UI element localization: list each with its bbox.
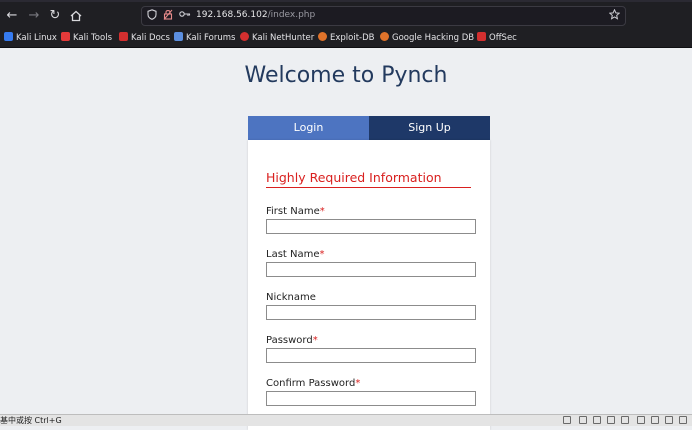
url-text[interactable]: 192.168.56.102/index.php — [196, 10, 315, 20]
password-input[interactable] — [266, 348, 476, 363]
url-host: 192.168.56.102 — [196, 10, 268, 20]
first-name-label: First Name* — [266, 206, 325, 217]
bookmark-label: Kali Docs — [131, 33, 170, 43]
label-text: First Name — [266, 206, 320, 217]
bookmark-label: Kali Tools — [73, 33, 112, 43]
page-content: Welcome to Pynch Login Sign Up Highly Re… — [0, 48, 692, 430]
shield-icon[interactable] — [145, 9, 159, 23]
exploit-db-icon — [318, 32, 327, 41]
hdd-icon[interactable] — [563, 416, 571, 424]
browser-toolbar: ← → ↻ 192.168.56.102/index.php — [0, 0, 692, 30]
signup-form: Highly Required Information First Name* … — [248, 140, 490, 430]
nethunter-icon — [240, 32, 249, 41]
lock-icon[interactable] — [161, 9, 175, 23]
bookmark-label: Kali NetHunter — [252, 33, 315, 43]
bookmark-kali-forums[interactable]: Kali Forums — [174, 32, 235, 45]
password-label: Password* — [266, 335, 318, 346]
auth-tabs: Login Sign Up — [248, 116, 490, 140]
url-path: /index.php — [267, 10, 316, 20]
bookmark-kali-linux[interactable]: Kali Linux — [4, 32, 57, 45]
bookmark-kali-nethunter[interactable]: Kali NetHunter — [240, 32, 314, 45]
last-name-label: Last Name* — [266, 249, 325, 260]
vm-status-bar: 基中或按 Ctrl+G — [0, 414, 692, 426]
bookmark-label: Kali Linux — [16, 33, 57, 43]
home-icon[interactable] — [68, 8, 84, 24]
display-icon[interactable] — [637, 416, 645, 424]
kali-docs-icon — [119, 32, 128, 41]
ghdb-icon — [380, 32, 389, 41]
tab-strip — [0, 0, 692, 2]
bookmark-label: Kali Forums — [186, 33, 236, 43]
bookmark-exploit-db[interactable]: Exploit-DB — [318, 32, 375, 45]
kali-icon — [4, 32, 13, 41]
bookmark-label: Google Hacking DB — [392, 33, 475, 43]
bookmark-offsec[interactable]: OffSec — [477, 32, 517, 45]
offsec-icon — [477, 32, 486, 41]
required-marker: * — [319, 206, 325, 217]
recording-icon[interactable] — [651, 416, 659, 424]
bookmark-kali-tools[interactable]: Kali Tools — [61, 32, 112, 45]
label-text: Confirm Password — [266, 378, 356, 389]
kali-tools-icon — [61, 32, 70, 41]
reload-icon[interactable]: ↻ — [47, 8, 63, 24]
keyboard-icon[interactable] — [679, 416, 687, 424]
network-icon[interactable] — [593, 416, 601, 424]
back-icon[interactable]: ← — [4, 8, 20, 24]
nickname-input[interactable] — [266, 305, 476, 320]
bookmark-label: OffSec — [489, 33, 517, 43]
address-bar[interactable]: 192.168.56.102/index.php — [141, 6, 626, 26]
first-name-input[interactable] — [266, 219, 476, 234]
forward-icon[interactable]: → — [26, 8, 42, 24]
confirm-password-input[interactable] — [266, 391, 476, 406]
bookmarks-bar: Kali Linux Kali Tools Kali Docs Kali For… — [0, 30, 692, 48]
label-text: Nickname — [266, 292, 316, 303]
bookmark-google-hacking-db[interactable]: Google Hacking DB — [380, 32, 474, 45]
section-title: Highly Required Information — [266, 170, 471, 188]
required-marker: * — [312, 335, 318, 346]
usb-icon[interactable] — [607, 416, 615, 424]
confirm-password-label: Confirm Password* — [266, 378, 360, 389]
optical-drive-icon[interactable] — [579, 416, 587, 424]
star-icon[interactable] — [607, 8, 621, 23]
bookmark-kali-docs[interactable]: Kali Docs — [119, 32, 170, 45]
status-text: 基中或按 Ctrl+G — [0, 416, 62, 425]
page-title: Welcome to Pynch — [244, 63, 448, 88]
nickname-label: Nickname — [266, 292, 316, 303]
required-marker: * — [319, 249, 325, 260]
label-text: Password — [266, 335, 313, 346]
tab-signup[interactable]: Sign Up — [369, 116, 490, 140]
bookmark-label: Exploit-DB — [330, 33, 375, 43]
last-name-input[interactable] — [266, 262, 476, 277]
shared-folder-icon[interactable] — [621, 416, 629, 424]
kali-forums-icon — [174, 32, 183, 41]
key-icon[interactable] — [178, 9, 192, 23]
cpu-icon[interactable] — [665, 416, 673, 424]
tab-login[interactable]: Login — [248, 116, 369, 140]
label-text: Last Name — [266, 249, 320, 260]
required-marker: * — [355, 378, 361, 389]
